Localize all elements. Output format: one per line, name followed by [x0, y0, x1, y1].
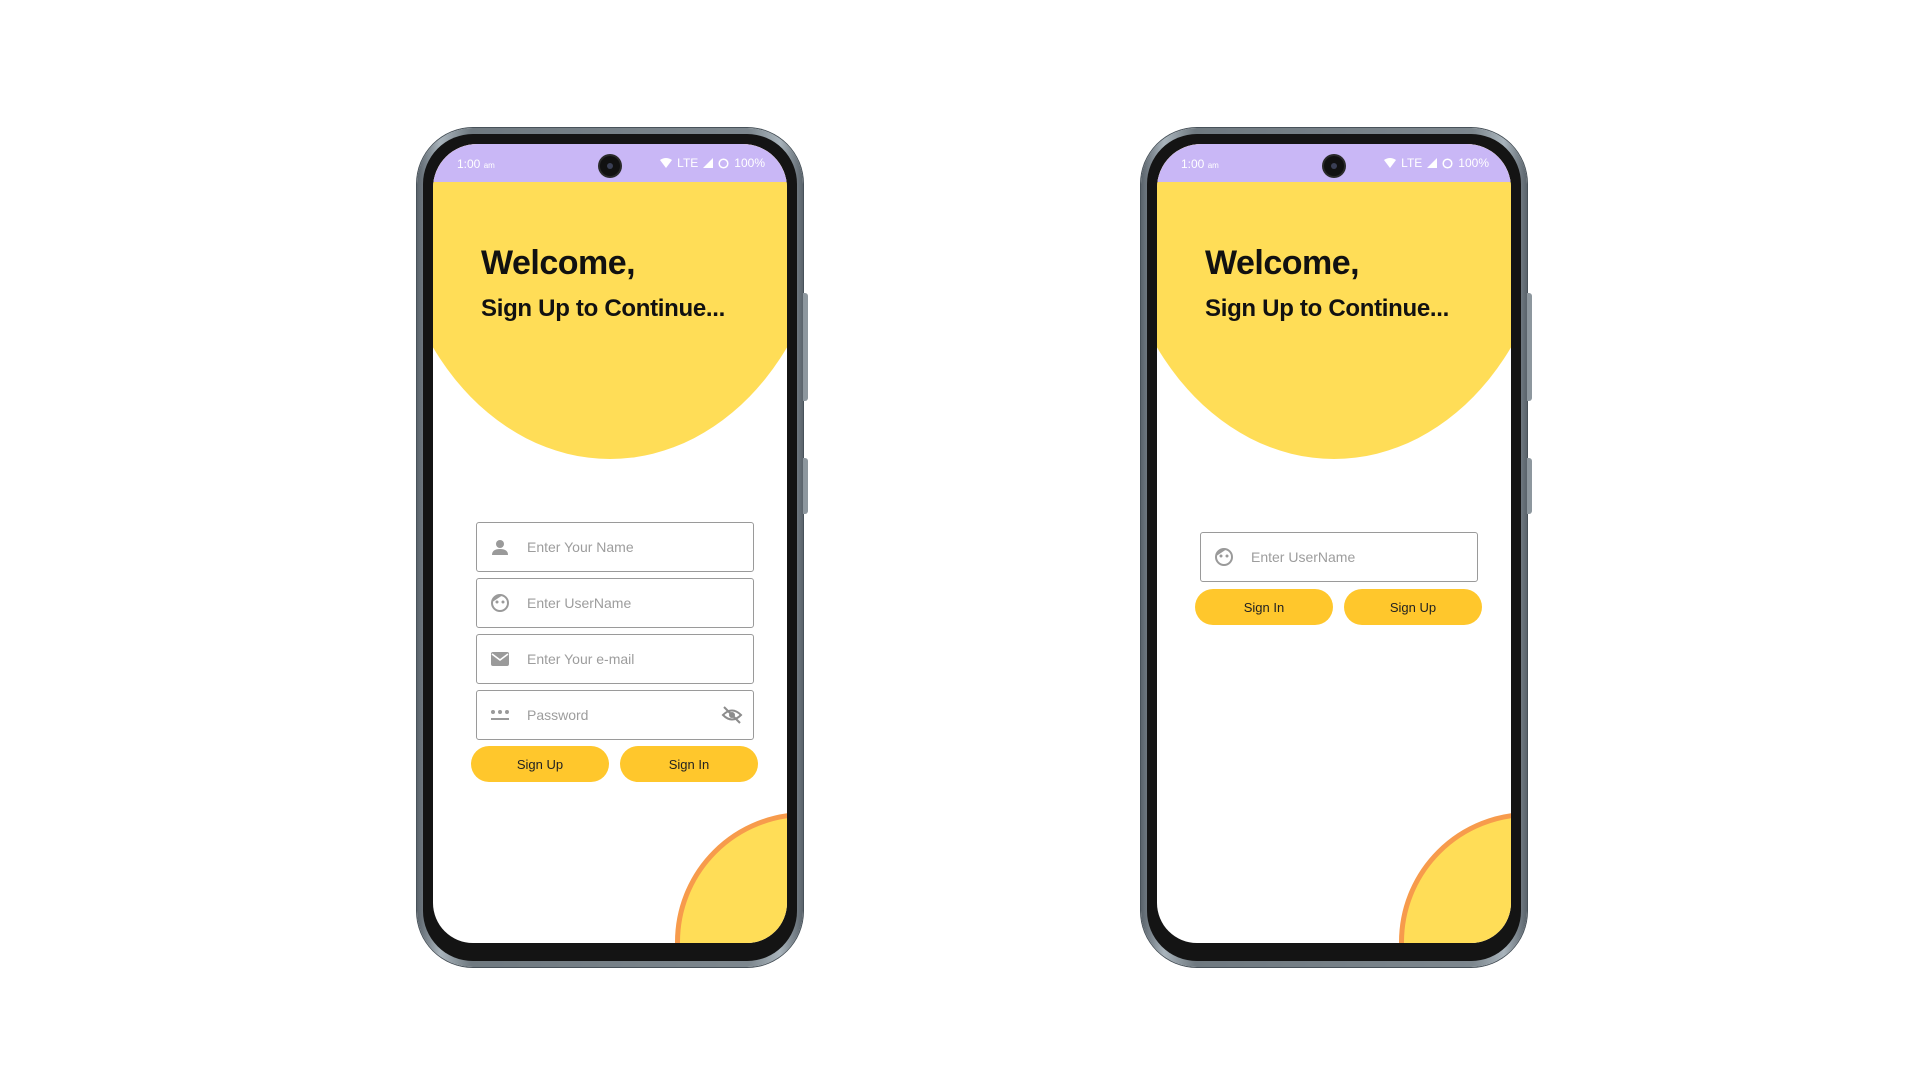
- phone-frame-signin: 1:00 am LTE 100% Welcome, Sign Up to Con…: [1141, 128, 1532, 967]
- power-button: [1527, 458, 1532, 514]
- signup-screen: 1:00 am LTE 100% Welcome, Sign Up to Con…: [433, 144, 787, 943]
- visibility-off-icon[interactable]: [721, 704, 743, 730]
- signin-screen: 1:00 am LTE 100% Welcome, Sign Up to Con…: [1157, 144, 1511, 943]
- battery-icon: [1442, 157, 1453, 169]
- password-dots-icon: [489, 704, 511, 726]
- corner-blob: [675, 812, 787, 943]
- email-input[interactable]: [525, 650, 719, 668]
- status-indicators: LTE 100%: [660, 156, 765, 170]
- camera-icon: [600, 156, 620, 176]
- corner-blob: [1399, 812, 1511, 943]
- username-input[interactable]: [1249, 548, 1443, 566]
- welcome-subtitle: Sign Up to Continue...: [1205, 295, 1450, 322]
- welcome-block: Welcome, Sign Up to Continue...: [1205, 244, 1449, 323]
- phone-frame-signup: 1:00 am LTE 100% Welcome, Sign Up to Con…: [417, 128, 808, 967]
- phone-bezel: 1:00 am LTE 100% Welcome, Sign Up to Con…: [423, 134, 797, 961]
- volume-button: [803, 293, 808, 401]
- signal-icon: [1427, 158, 1438, 168]
- welcome-title: Welcome,: [481, 244, 636, 282]
- signin-button[interactable]: Sign In: [1195, 589, 1333, 625]
- signin-button[interactable]: Sign In: [620, 746, 758, 782]
- password-field[interactable]: [476, 690, 754, 740]
- email-field[interactable]: [476, 634, 754, 684]
- wifi-icon: [660, 158, 673, 168]
- name-field[interactable]: [476, 522, 754, 572]
- username-field[interactable]: [1200, 532, 1478, 582]
- face-icon: [1213, 546, 1235, 568]
- person-icon: [489, 536, 511, 558]
- camera-icon: [1324, 156, 1344, 176]
- battery-label: 100%: [734, 156, 765, 170]
- network-label: LTE: [677, 156, 699, 170]
- status-time: 1:00 am: [1181, 157, 1219, 171]
- volume-button: [1527, 293, 1532, 401]
- network-label: LTE: [1401, 156, 1423, 170]
- welcome-block: Welcome, Sign Up to Continue...: [481, 244, 725, 323]
- password-input[interactable]: [525, 706, 719, 724]
- username-field[interactable]: [476, 578, 754, 628]
- signal-icon: [703, 158, 714, 168]
- wifi-icon: [1384, 158, 1397, 168]
- mail-icon: [489, 648, 511, 670]
- face-icon: [489, 592, 511, 614]
- username-input[interactable]: [525, 594, 719, 612]
- battery-label: 100%: [1458, 156, 1489, 170]
- name-input[interactable]: [525, 538, 719, 556]
- power-button: [803, 458, 808, 514]
- phone-bezel: 1:00 am LTE 100% Welcome, Sign Up to Con…: [1147, 134, 1521, 961]
- welcome-subtitle: Sign Up to Continue...: [481, 295, 726, 322]
- status-indicators: LTE 100%: [1384, 156, 1489, 170]
- battery-icon: [718, 157, 729, 169]
- signup-button[interactable]: Sign Up: [471, 746, 609, 782]
- signup-button[interactable]: Sign Up: [1344, 589, 1482, 625]
- welcome-title: Welcome,: [1205, 244, 1360, 282]
- status-time: 1:00 am: [457, 157, 495, 171]
